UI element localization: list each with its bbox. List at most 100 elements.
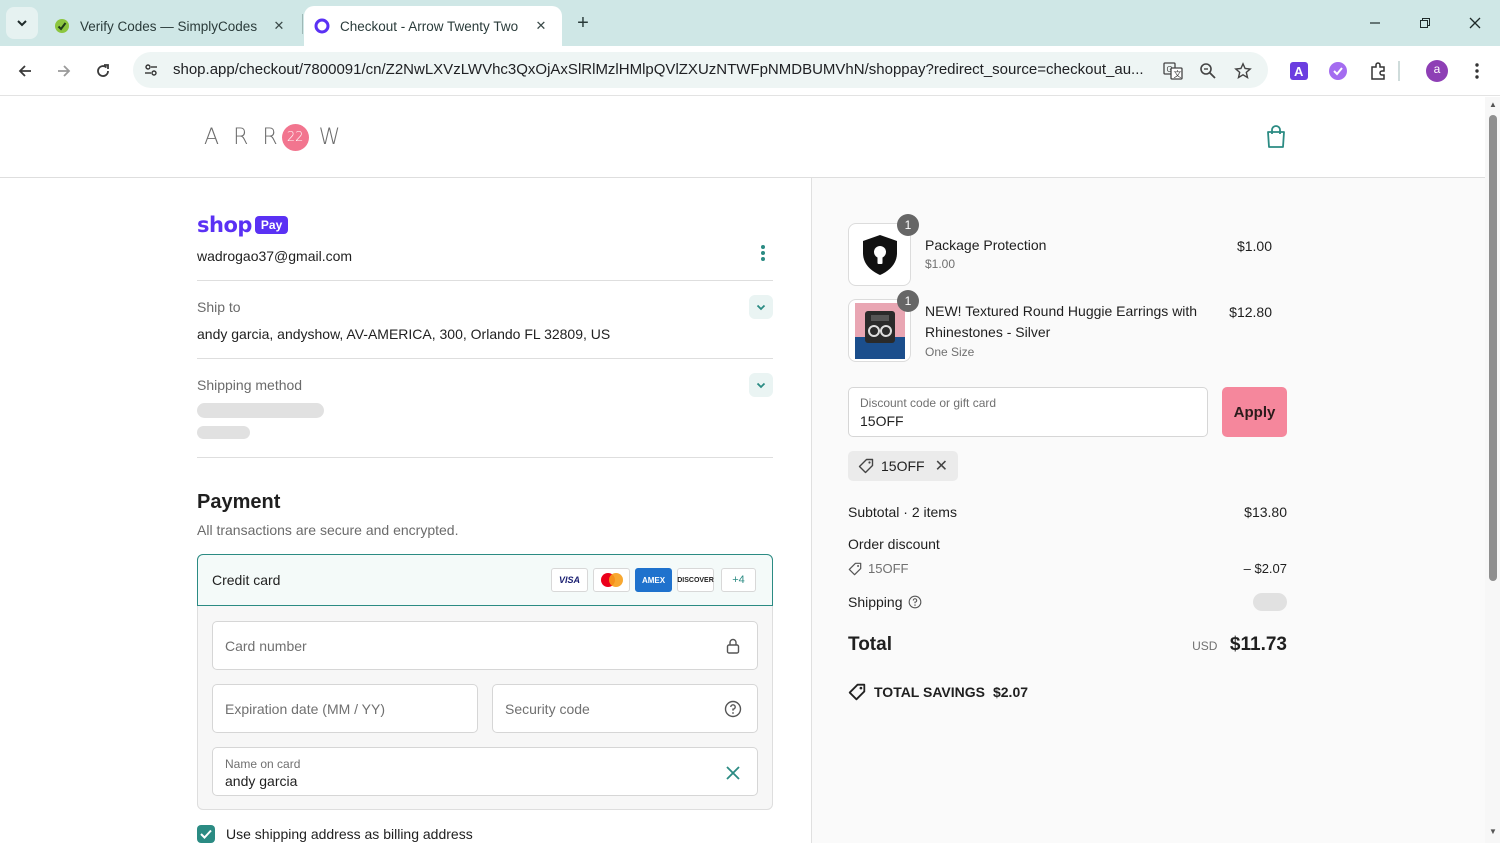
simplycodes-favicon-icon <box>54 18 70 34</box>
store-logo[interactable]: A R R 22 W <box>204 124 340 151</box>
payment-title: Payment <box>197 491 281 513</box>
checkbox-checked-icon[interactable] <box>197 825 215 843</box>
item-name-line2: Rhinestones - Silver <box>925 324 1051 340</box>
card-number-placeholder: Card number <box>225 638 307 654</box>
chevron-down-icon <box>17 20 27 27</box>
item-thumbnail: 1 <box>848 290 919 362</box>
shop-pay-wordmark: shop <box>197 213 252 237</box>
tab-checkout[interactable]: Checkout - Arrow Twenty Two ✕ <box>304 6 562 46</box>
close-icon <box>1469 17 1481 29</box>
ship-to-address: andy garcia, andyshow, AV-AMERICA, 300, … <box>197 326 611 342</box>
shipping-label: Shipping <box>848 594 903 610</box>
profile-initial: a <box>1433 62 1441 76</box>
extension-a-icon[interactable]: A <box>1287 59 1311 83</box>
total-value: $11.73 <box>1229 634 1287 655</box>
bookmark-star-icon[interactable] <box>1232 60 1254 82</box>
shop-pay-badge: Pay <box>254 216 289 234</box>
close-tab-icon[interactable]: ✕ <box>532 17 550 35</box>
extensions-puzzle-icon[interactable] <box>1366 59 1390 83</box>
minimize-button[interactable] <box>1360 8 1390 38</box>
tab-verify-codes[interactable]: Verify Codes — SimplyCodes ✕ <box>44 6 300 46</box>
lock-icon <box>723 636 743 656</box>
profile-avatar[interactable]: a <box>1425 59 1449 83</box>
address-bar[interactable]: shop.app/checkout/7800091/cn/Z2NwLXVzLWV… <box>133 52 1268 88</box>
logo-letter: A <box>204 125 220 150</box>
shipping-loading-skeleton <box>1253 593 1287 611</box>
mastercard-icon <box>593 568 630 592</box>
payment-subtitle: All transactions are secure and encrypte… <box>197 522 459 538</box>
name-on-card-field[interactable]: Name on card andy garcia <box>212 747 758 796</box>
order-discount-code: 15OFF <box>868 561 909 576</box>
tab-separator <box>302 14 303 34</box>
translate-icon[interactable]: G文 <box>1162 60 1184 82</box>
discount-field-label: Discount code or gift card <box>860 396 997 410</box>
logo-circle: 22 <box>281 124 309 151</box>
help-icon[interactable] <box>723 699 743 719</box>
restore-icon <box>1420 18 1430 28</box>
ship-to-expand-button[interactable] <box>749 295 773 319</box>
item-name: Package Protection <box>925 237 1047 253</box>
ship-to-label: Ship to <box>197 299 241 315</box>
help-icon[interactable] <box>908 595 922 609</box>
shipping-method-expand-button[interactable] <box>749 373 773 397</box>
item-thumbnail: 1 <box>848 214 919 286</box>
close-tab-icon[interactable]: ✕ <box>270 17 288 35</box>
shield-keyhole-icon <box>863 235 897 275</box>
forward-arrow-icon <box>58 65 71 77</box>
discount-field-value: 15OFF <box>860 413 904 429</box>
close-window-button[interactable] <box>1460 8 1490 38</box>
loading-skeleton <box>197 426 250 439</box>
billing-same-as-shipping[interactable]: Use shipping address as billing address <box>197 825 473 843</box>
restore-button[interactable] <box>1410 8 1440 38</box>
scrollbar-thumb[interactable] <box>1489 115 1497 581</box>
forward-button[interactable] <box>49 56 79 86</box>
order-discount-detail: 15OFF – $2.07 <box>848 561 1287 576</box>
name-on-card-label: Name on card <box>225 757 301 771</box>
account-menu-icon[interactable] <box>755 243 771 263</box>
subtotal-label: Subtotal · 2 items <box>848 504 957 520</box>
security-code-field[interactable]: Security code <box>492 684 758 733</box>
card-number-field[interactable]: Card number <box>212 621 758 670</box>
site-settings-icon[interactable] <box>141 60 161 80</box>
scroll-down-icon[interactable]: ▼ <box>1488 827 1498 837</box>
discount-code-field[interactable]: Discount code or gift card 15OFF <box>848 387 1208 437</box>
back-button[interactable] <box>10 56 40 86</box>
clear-icon[interactable] <box>723 763 743 783</box>
total-label: Total <box>848 634 892 655</box>
page-scrollbar[interactable]: ▲ ▼ <box>1485 97 1500 843</box>
credit-card-label: Credit card <box>212 572 281 588</box>
billing-label: Use shipping address as billing address <box>226 826 473 842</box>
back-arrow-icon <box>18 65 31 77</box>
shipping-row: Shipping <box>848 593 1287 611</box>
order-discount-row: Order discount <box>848 536 1287 552</box>
applied-code: 15OFF <box>881 458 925 474</box>
minimize-icon <box>1370 22 1380 24</box>
zoom-icon[interactable] <box>1197 60 1219 82</box>
remove-discount-icon[interactable]: ✕ <box>935 456 948 476</box>
new-tab-button[interactable]: + <box>570 10 596 36</box>
browser-toolbar: shop.app/checkout/7800091/cn/Z2NwLXVzLWV… <box>0 46 1500 96</box>
reload-button[interactable] <box>88 56 118 86</box>
applied-discount-chip: 15OFF ✕ <box>848 451 958 481</box>
quantity-badge: 1 <box>897 290 919 312</box>
loading-skeleton <box>197 403 324 418</box>
account-email: wadrogao37@gmail.com <box>197 248 353 264</box>
expiration-date-placeholder: Expiration date (MM / YY) <box>225 701 386 717</box>
shop-pay-logo: shop Pay <box>197 213 289 237</box>
credit-card-option[interactable]: Credit card VISA AMEX DISCOVER +4 <box>197 554 773 606</box>
tag-icon <box>848 683 866 701</box>
earrings-product-image-icon <box>855 303 905 359</box>
shopping-bag-icon[interactable] <box>1265 125 1287 149</box>
scroll-up-icon[interactable]: ▲ <box>1488 100 1498 110</box>
tab-strip: Verify Codes — SimplyCodes ✕ Checkout - … <box>0 0 1500 46</box>
tag-icon <box>848 562 862 575</box>
item-variant: $1.00 <box>925 257 956 271</box>
logo-letter: R <box>262 125 278 150</box>
expiration-date-field[interactable]: Expiration date (MM / YY) <box>212 684 478 733</box>
apply-button[interactable]: Apply <box>1222 387 1287 437</box>
extension-purple-icon[interactable] <box>1326 59 1350 83</box>
tab-search-button[interactable] <box>6 7 38 39</box>
browser-menu-icon[interactable] <box>1465 59 1489 83</box>
chevron-down-icon <box>756 304 766 311</box>
total-savings: TOTAL SAVINGS $2.07 <box>848 683 1028 701</box>
